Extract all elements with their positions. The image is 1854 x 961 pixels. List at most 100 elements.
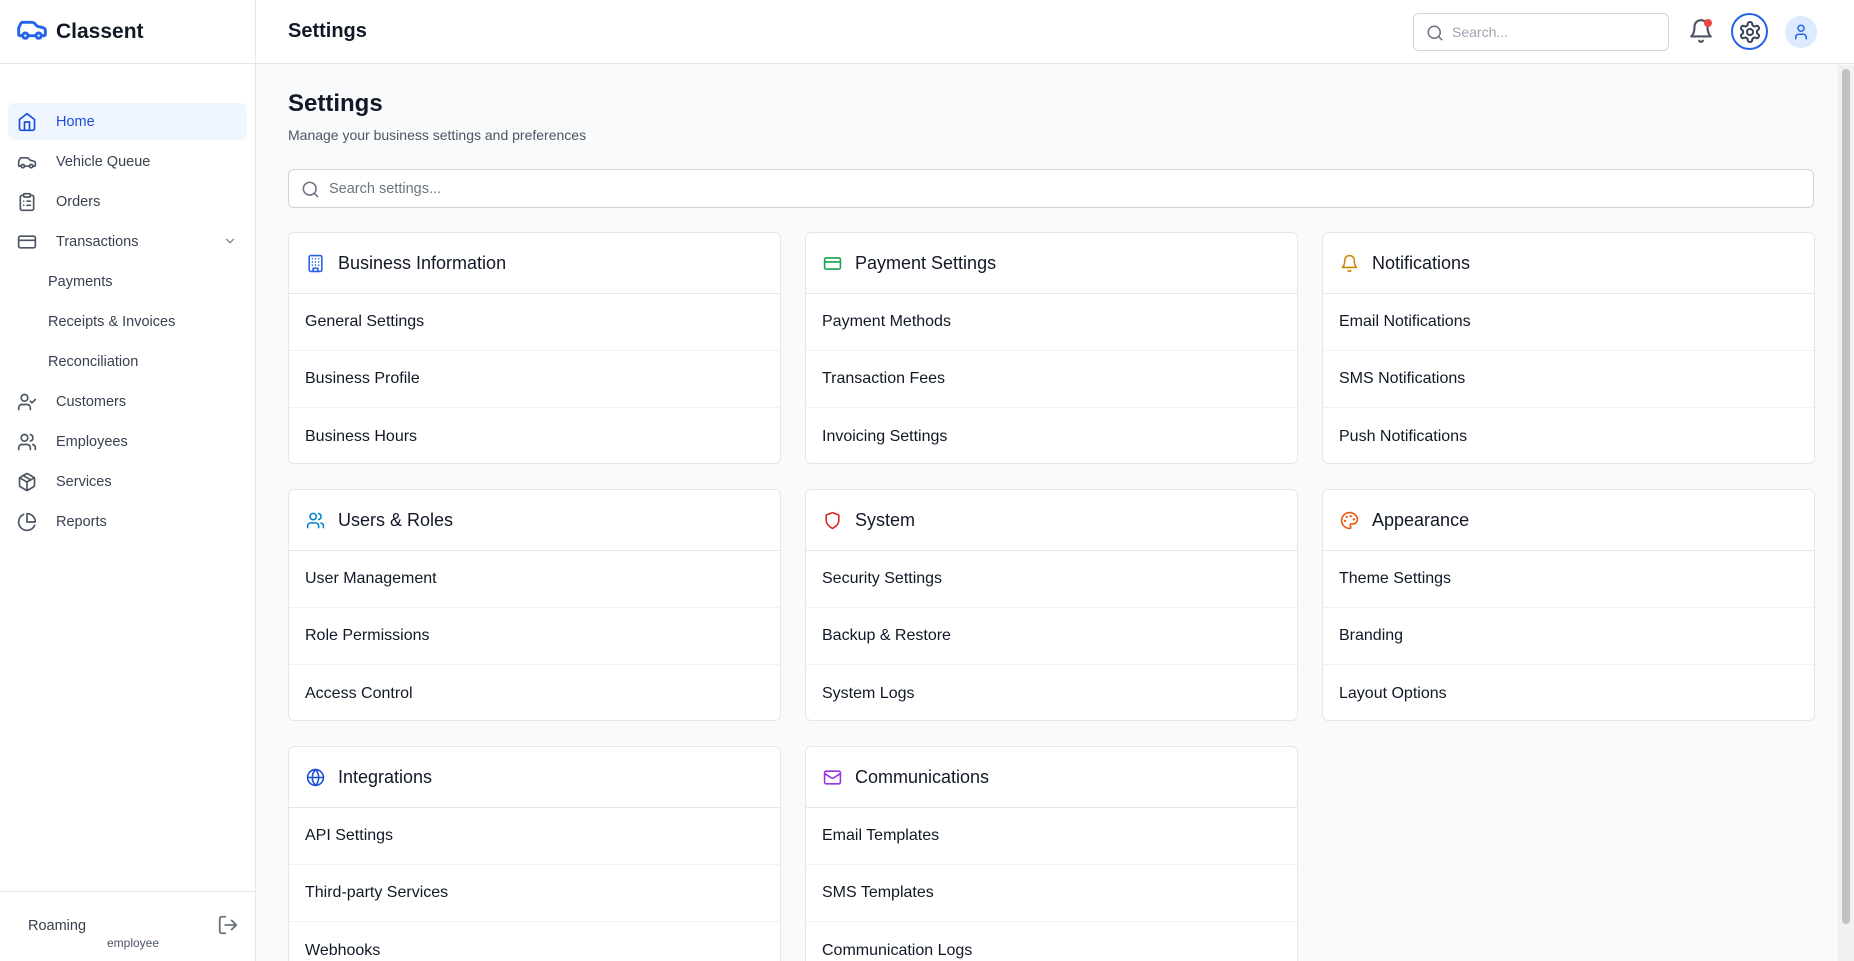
clipboard-icon bbox=[16, 191, 38, 213]
credit-card-icon bbox=[822, 253, 842, 273]
setting-link-branding[interactable]: Branding bbox=[1323, 608, 1814, 665]
user-name: Roaming bbox=[28, 918, 87, 934]
user-check-icon bbox=[16, 391, 38, 413]
setting-link-security-settings[interactable]: Security Settings bbox=[806, 551, 1297, 608]
setting-link-general-settings[interactable]: General Settings bbox=[289, 294, 780, 351]
chevron-down-icon[interactable] bbox=[223, 234, 237, 248]
sidebar-item-customers[interactable]: Customers bbox=[8, 383, 247, 420]
sidebar-item-reconciliation[interactable]: Reconciliation bbox=[8, 343, 247, 380]
search-icon bbox=[302, 181, 319, 198]
card-title: System bbox=[855, 509, 916, 530]
card-header: Appearance bbox=[1323, 490, 1814, 551]
setting-link-system-logs[interactable]: System Logs bbox=[806, 665, 1297, 720]
users-icon bbox=[16, 431, 38, 453]
sidebar-item-payments[interactable]: Payments bbox=[8, 263, 247, 300]
setting-link-webhooks[interactable]: Webhooks bbox=[289, 922, 780, 961]
card-payment-settings: Payment Settings Payment Methods Transac… bbox=[805, 232, 1298, 464]
settings-search-input[interactable] bbox=[329, 170, 1799, 207]
settings-search[interactable] bbox=[288, 169, 1814, 208]
setting-link-user-management[interactable]: User Management bbox=[289, 551, 780, 608]
card-communications: Communications Email Templates SMS Templ… bbox=[805, 746, 1298, 961]
setting-link-communication-logs[interactable]: Communication Logs bbox=[806, 922, 1297, 961]
notification-dot bbox=[1704, 19, 1712, 27]
setting-link-business-hours[interactable]: Business Hours bbox=[289, 408, 780, 463]
setting-link-access-control[interactable]: Access Control bbox=[289, 665, 780, 720]
sidebar-item-label: Receipts & Invoices bbox=[48, 313, 176, 330]
sidebar-item-services[interactable]: Services bbox=[8, 463, 247, 500]
sidebar-item-home[interactable]: Home bbox=[8, 103, 247, 140]
page-subtitle: Manage your business settings and prefer… bbox=[288, 127, 587, 143]
header-search-input[interactable] bbox=[1452, 14, 1662, 50]
main-content: Settings Manage your business settings a… bbox=[256, 65, 1838, 961]
pie-chart-icon bbox=[16, 511, 38, 533]
card-title: Users & Roles bbox=[338, 509, 454, 530]
sidebar-item-label: Payments bbox=[48, 273, 113, 290]
sidebar-item-label: Vehicle Queue bbox=[56, 153, 151, 170]
setting-link-transaction-fees[interactable]: Transaction Fees bbox=[806, 351, 1297, 408]
bell-icon bbox=[1339, 253, 1359, 273]
brand[interactable]: Classent bbox=[0, 0, 255, 64]
sidebar-item-vehicle-queue[interactable]: Vehicle Queue bbox=[8, 143, 247, 180]
card-title: Communications bbox=[855, 766, 990, 787]
setting-link-payment-methods[interactable]: Payment Methods bbox=[806, 294, 1297, 351]
sidebar-item-label: Customers bbox=[56, 393, 127, 410]
setting-link-theme-settings[interactable]: Theme Settings bbox=[1323, 551, 1814, 608]
user-role: employee bbox=[107, 936, 160, 950]
logout-icon[interactable] bbox=[217, 914, 239, 936]
card-title: Business Information bbox=[338, 252, 507, 273]
card-header: Notifications bbox=[1323, 233, 1814, 294]
card-title: Notifications bbox=[1372, 252, 1471, 273]
setting-link-business-profile[interactable]: Business Profile bbox=[289, 351, 780, 408]
setting-link-backup-restore[interactable]: Backup & Restore bbox=[806, 608, 1297, 665]
card-appearance: Appearance Theme Settings Branding Layou… bbox=[1322, 489, 1815, 721]
search-icon bbox=[1427, 25, 1443, 41]
building-icon bbox=[305, 253, 325, 273]
car-logo-icon bbox=[16, 13, 48, 50]
card-header: Communications bbox=[806, 747, 1297, 808]
car-icon bbox=[16, 151, 38, 173]
card-system: System Security Settings Backup & Restor… bbox=[805, 489, 1298, 721]
scrollbar-thumb[interactable] bbox=[1842, 69, 1850, 924]
card-header: Integrations bbox=[289, 747, 780, 808]
sidebar-item-label: Services bbox=[56, 473, 112, 490]
page-title: Settings bbox=[288, 90, 383, 117]
sidebar-item-reports[interactable]: Reports bbox=[8, 503, 247, 540]
card-header: Business Information bbox=[289, 233, 780, 294]
sidebar-item-label: Orders bbox=[56, 193, 101, 210]
sidebar-item-label: Reconciliation bbox=[48, 353, 139, 370]
notifications-button[interactable] bbox=[1688, 18, 1714, 44]
sidebar-item-transactions[interactable]: Transactions bbox=[8, 223, 247, 260]
sidebar-item-label: Home bbox=[56, 113, 95, 130]
setting-link-api-settings[interactable]: API Settings bbox=[289, 808, 780, 865]
setting-link-email-notifications[interactable]: Email Notifications bbox=[1323, 294, 1814, 351]
setting-link-sms-notifications[interactable]: SMS Notifications bbox=[1323, 351, 1814, 408]
sidebar-footer: Roaming employee bbox=[0, 891, 255, 961]
sidebar-item-label: Transactions bbox=[56, 233, 139, 250]
setting-link-push-notifications[interactable]: Push Notifications bbox=[1323, 408, 1814, 463]
card-integrations: Integrations API Settings Third-party Se… bbox=[288, 746, 781, 961]
setting-link-email-templates[interactable]: Email Templates bbox=[806, 808, 1297, 865]
main-scrollbar[interactable] bbox=[1838, 65, 1854, 961]
setting-link-sms-templates[interactable]: SMS Templates bbox=[806, 865, 1297, 922]
card-header: System bbox=[806, 490, 1297, 551]
users-icon bbox=[305, 510, 325, 530]
credit-card-icon bbox=[16, 231, 38, 253]
gear-icon bbox=[1739, 20, 1760, 43]
top-header: Settings bbox=[256, 0, 1854, 64]
settings-button[interactable] bbox=[1731, 13, 1768, 50]
home-icon bbox=[16, 111, 38, 133]
card-users-roles: Users & Roles User Management Role Permi… bbox=[288, 489, 781, 721]
card-header: Users & Roles bbox=[289, 490, 780, 551]
setting-link-third-party-services[interactable]: Third-party Services bbox=[289, 865, 780, 922]
setting-link-role-permissions[interactable]: Role Permissions bbox=[289, 608, 780, 665]
setting-link-invoicing-settings[interactable]: Invoicing Settings bbox=[806, 408, 1297, 463]
sidebar-item-employees[interactable]: Employees bbox=[8, 423, 247, 460]
card-title: Integrations bbox=[338, 766, 433, 787]
setting-link-layout-options[interactable]: Layout Options bbox=[1323, 665, 1814, 720]
sidebar-item-receipts-invoices[interactable]: Receipts & Invoices bbox=[8, 303, 247, 340]
user-icon bbox=[1795, 24, 1807, 40]
sidebar-item-orders[interactable]: Orders bbox=[8, 183, 247, 220]
mail-icon bbox=[822, 767, 842, 787]
user-avatar[interactable] bbox=[1785, 16, 1817, 48]
header-search[interactable] bbox=[1413, 13, 1669, 51]
